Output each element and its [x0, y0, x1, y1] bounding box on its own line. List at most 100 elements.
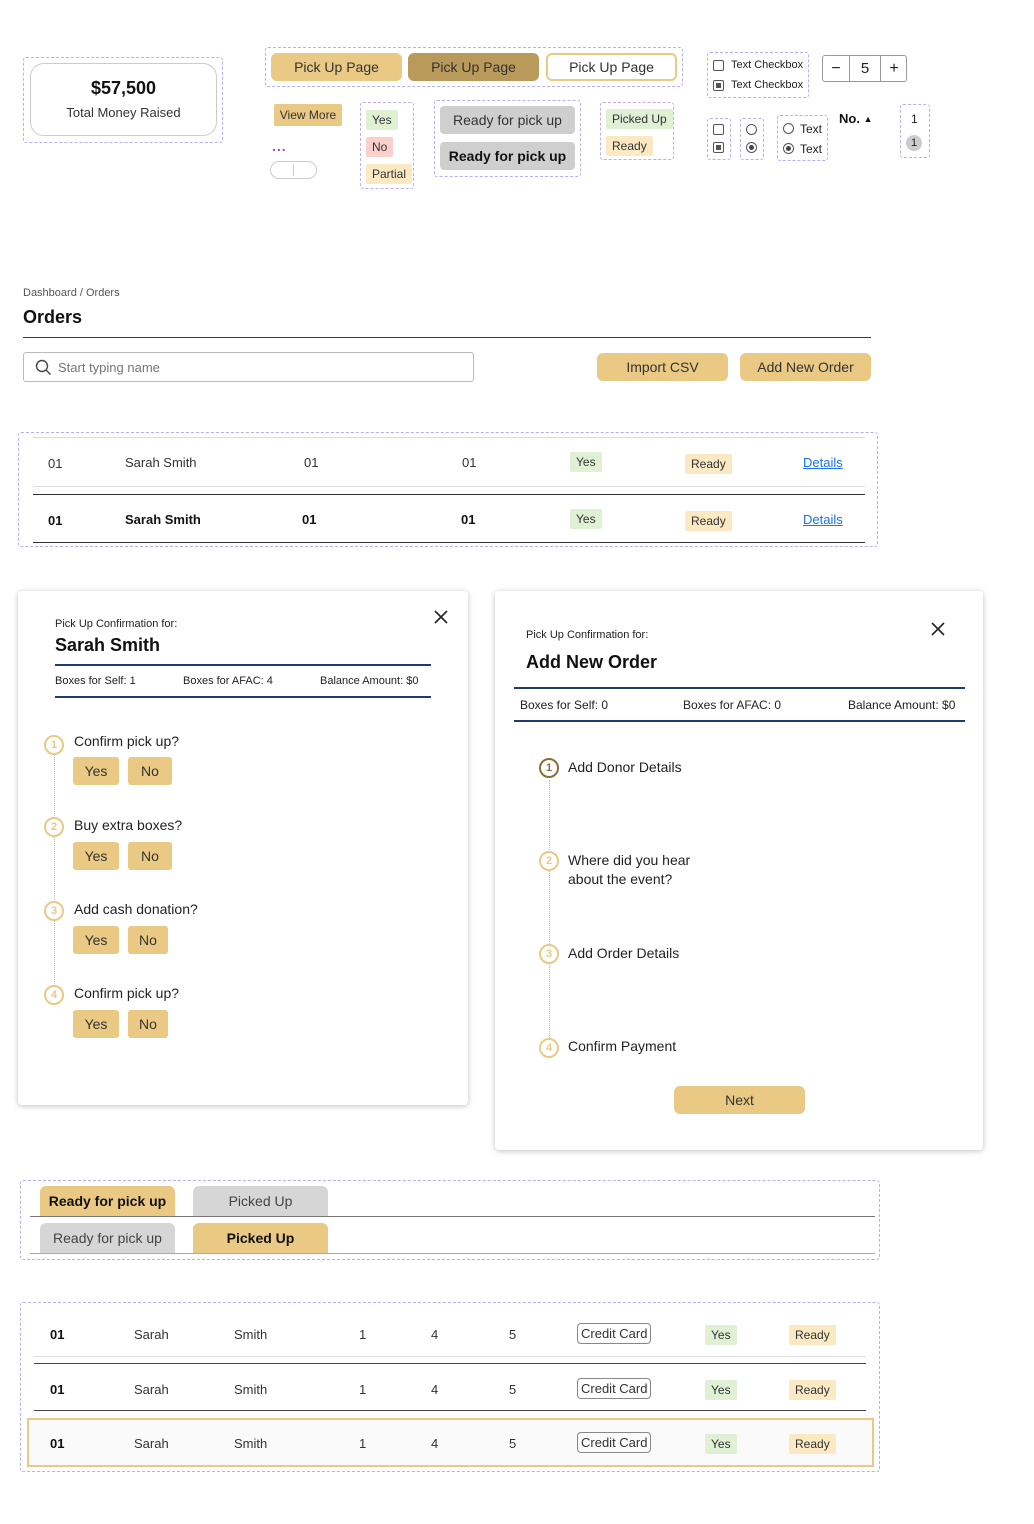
ready-for-pickup-button[interactable]: Ready for pick up	[440, 106, 575, 134]
toggle-switch[interactable]	[270, 161, 317, 179]
paid-tag: Yes	[705, 1325, 737, 1345]
donor-name: Sarah Smith	[125, 455, 197, 470]
boxes-afac: 4	[431, 1327, 439, 1342]
ready-for-pickup-button-active[interactable]: Ready for pick up	[440, 142, 575, 170]
yes-button[interactable]: Yes	[73, 1010, 119, 1038]
radio-label: Text	[800, 142, 823, 156]
step-label[interactable]: Add Order Details	[568, 945, 679, 961]
yes-button[interactable]: Yes	[73, 842, 119, 870]
step-label[interactable]: Confirm Payment	[568, 1038, 676, 1054]
view-more-button[interactable]: View More	[274, 104, 342, 126]
checkbox-label: Text Checkbox	[731, 79, 804, 91]
tab-underline	[30, 1253, 875, 1254]
status-tag: Ready	[789, 1325, 836, 1345]
import-csv-button[interactable]: Import CSV	[597, 353, 728, 381]
breadcrumb[interactable]: Dashboard / Orders	[23, 287, 120, 299]
table-row[interactable]: 01 Sarah Smith 1 4 5 Credit Card Yes Rea…	[34, 1310, 866, 1356]
step-number: 2	[539, 851, 559, 871]
order-id: 01	[48, 456, 63, 471]
add-order-modal: Pick Up Confirmation for: Add New Order …	[495, 591, 983, 1150]
step-number: 2	[44, 817, 64, 837]
plus-icon[interactable]: +	[880, 56, 907, 81]
boxes-self: Boxes for Self: 1	[55, 675, 136, 687]
yes-button[interactable]: Yes	[73, 926, 119, 954]
table-row-bold[interactable]: 01 Sarah Smith 01 01 Yes Ready Details	[33, 495, 865, 543]
pickup-confirmation-modal: Pick Up Confirmation for: Sarah Smith Bo…	[18, 591, 468, 1105]
pickup-page-button-pressed[interactable]: Pick Up Page	[408, 53, 539, 81]
radio-unselected[interactable]	[746, 124, 757, 135]
last-name: Smith	[234, 1436, 268, 1451]
tab-ready-for-pickup[interactable]: Ready for pick up	[40, 1223, 175, 1253]
radio-label: Text	[800, 122, 823, 136]
pickup-page-button[interactable]: Pick Up Page	[271, 53, 402, 81]
order-id: 01	[50, 1436, 65, 1451]
page-number[interactable]: 1	[911, 112, 918, 126]
stat-label: Total Money Raised	[66, 105, 181, 120]
tag-picked-up: Picked Up	[606, 109, 673, 129]
radio-selected[interactable]	[783, 143, 794, 154]
step-label[interactable]: Where did you hear	[568, 852, 690, 868]
pickup-page-button-outline[interactable]: Pick Up Page	[546, 53, 677, 81]
close-icon[interactable]	[931, 622, 945, 636]
boxes-afac: Boxes for AFAC: 0	[683, 698, 782, 712]
cell-a: 01	[304, 455, 319, 470]
payment-method: Credit Card	[577, 1323, 652, 1344]
details-link[interactable]: Details	[803, 512, 843, 527]
sort-label: No.	[839, 111, 860, 126]
paid-tag: Yes	[570, 452, 602, 472]
checkbox-checked[interactable]	[713, 80, 724, 91]
tag-ready: Ready	[606, 136, 653, 156]
table-row[interactable]: 01 Sarah Smith 1 4 5 Credit Card Yes Rea…	[34, 1365, 866, 1411]
row-divider	[34, 1363, 866, 1364]
checkbox-unchecked[interactable]	[713, 124, 724, 135]
first-name: Sarah	[134, 1327, 169, 1342]
stat-card: $57,500 Total Money Raised	[30, 63, 217, 136]
add-new-order-button[interactable]: Add New Order	[740, 353, 871, 381]
search-input[interactable]	[23, 352, 474, 382]
first-name: Sarah	[134, 1436, 169, 1451]
summary-divider	[514, 720, 965, 722]
table-row-selected[interactable]: 01 Sarah Smith 1 4 5 Credit Card Yes Rea…	[27, 1418, 874, 1467]
step-label[interactable]: Add Donor Details	[568, 759, 682, 775]
radio-unselected[interactable]	[783, 123, 794, 134]
summary-divider	[514, 687, 965, 689]
payment-method: Credit Card	[577, 1432, 652, 1453]
page-number-active[interactable]: 1	[906, 135, 922, 151]
step-number: 4	[539, 1038, 559, 1058]
checkbox-unchecked[interactable]	[713, 60, 724, 71]
tag-partial: Partial	[366, 164, 413, 184]
search-field[interactable]	[58, 357, 458, 377]
next-button[interactable]: Next	[674, 1086, 805, 1114]
order-id: 01	[50, 1327, 65, 1342]
checkbox-checked[interactable]	[713, 142, 724, 153]
quantity-value[interactable]: 5	[850, 56, 880, 81]
details-link[interactable]: Details	[803, 455, 843, 470]
table-row[interactable]: 01 Sarah Smith 01 01 Yes Ready Details	[33, 438, 865, 486]
boxes-self: Boxes for Self: 0	[520, 698, 609, 712]
no-button[interactable]: No	[128, 926, 168, 954]
tab-picked-up-active[interactable]: Picked Up	[193, 1223, 328, 1253]
boxes-total: 5	[509, 1436, 517, 1451]
step-number: 3	[44, 901, 64, 921]
yes-button[interactable]: Yes	[73, 757, 119, 785]
boxes-afac: Boxes for AFAC: 4	[183, 675, 273, 687]
boxes-self: 1	[359, 1327, 367, 1342]
checkbox-label: Text Checkbox	[731, 59, 804, 71]
tab-picked-up[interactable]: Picked Up	[193, 1186, 328, 1216]
tab-ready-for-pickup-active[interactable]: Ready for pick up	[40, 1186, 175, 1216]
sort-header[interactable]: No. ▲︎	[839, 111, 873, 126]
boxes-total: 5	[509, 1382, 517, 1397]
boxes-self: 1	[359, 1436, 367, 1451]
last-name: Smith	[234, 1327, 268, 1342]
more-dots-icon[interactable]: ...	[272, 138, 287, 154]
close-icon[interactable]	[434, 610, 448, 624]
tab-underline	[30, 1216, 875, 1217]
radio-selected[interactable]	[746, 142, 757, 153]
no-button[interactable]: No	[128, 842, 172, 870]
donor-name: Sarah Smith	[125, 512, 201, 527]
no-button[interactable]: No	[128, 1010, 168, 1038]
cell-b: 01	[461, 512, 476, 527]
minus-icon[interactable]: −	[823, 56, 850, 81]
search-icon	[35, 359, 51, 375]
no-button[interactable]: No	[128, 757, 172, 785]
